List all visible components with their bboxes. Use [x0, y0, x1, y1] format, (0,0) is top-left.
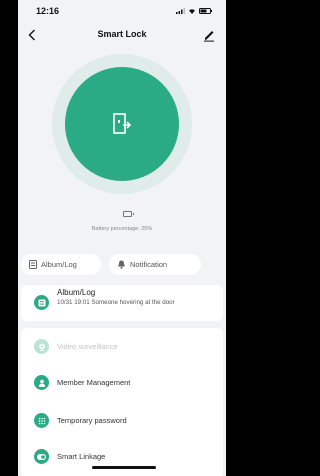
menu-item-label: Video surveillance — [57, 342, 118, 351]
battery-icon — [123, 211, 134, 217]
signal-icon — [176, 8, 185, 14]
album-log-card[interactable]: Album/Log 10/31 19:01 Someone hovering a… — [21, 285, 223, 321]
home-indicator[interactable] — [92, 466, 156, 469]
menu-item-temporary-password[interactable]: Temporary password — [21, 406, 223, 436]
menu-item-member-management[interactable]: Member Management — [21, 368, 223, 398]
status-bar: 12:16 — [18, 0, 226, 24]
album-log-chip[interactable]: Album/Log — [21, 254, 101, 275]
edit-button[interactable] — [202, 28, 216, 42]
wifi-icon — [189, 9, 195, 14]
album-icon — [38, 299, 45, 306]
menu-item-video-surveillance[interactable]: Video surveillance — [21, 332, 223, 362]
keypad-icon — [34, 413, 49, 428]
battery-status-icon — [199, 8, 212, 14]
menu-item-label: Temporary password — [57, 416, 127, 425]
phone-screen: 12:16 Smart Lock Battery percentage: 25%… — [18, 0, 226, 476]
menu-item-label: Member Management — [57, 378, 131, 387]
menu-item-label: Smart Linkage — [57, 452, 106, 461]
door-exit-icon — [113, 113, 131, 134]
feature-menu: Video surveillance Member Management Tem… — [21, 328, 223, 476]
camera-icon — [34, 339, 49, 354]
battery-percentage-text: Battery percentage: 25% — [91, 226, 153, 232]
log-title: Album/Log — [57, 288, 96, 297]
log-icon — [34, 295, 49, 310]
nav-bar: Smart Lock — [18, 26, 226, 46]
lock-halo — [52, 54, 192, 194]
toggle-icon — [34, 449, 49, 464]
status-icons — [176, 8, 212, 14]
notification-chip-label: Notification — [130, 260, 168, 269]
bell-icon — [118, 260, 125, 269]
log-entry-text: 10/31 19:01 Someone hovering at the door — [57, 299, 175, 306]
notification-chip[interactable]: Notification — [109, 254, 201, 275]
status-time: 12:16 — [36, 6, 60, 16]
unlock-button[interactable] — [65, 67, 179, 181]
person-icon — [34, 375, 49, 390]
page-title: Smart Lock — [97, 29, 147, 39]
album-log-chip-label: Album/Log — [41, 260, 77, 269]
album-icon — [29, 260, 37, 269]
